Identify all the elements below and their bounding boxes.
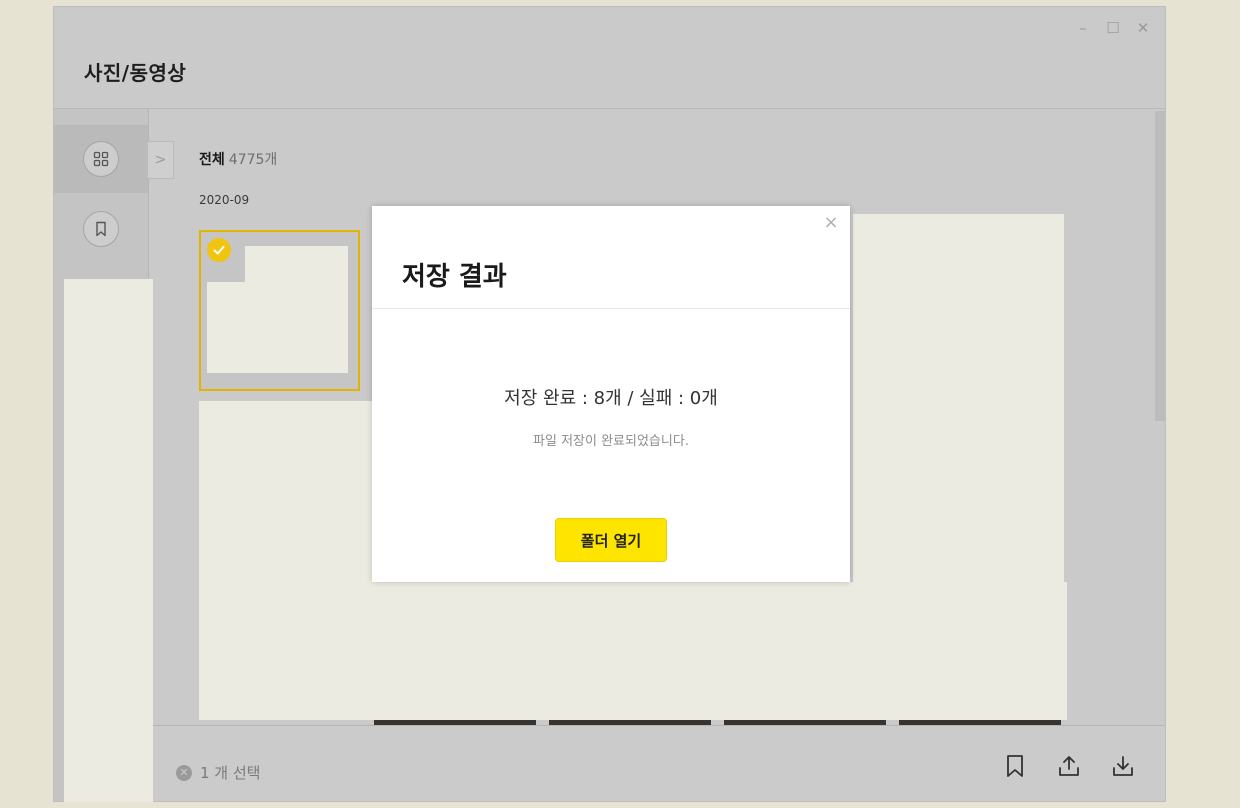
save-result-text: 저장 완료 : 8개 / 실패 : 0개	[504, 388, 718, 409]
download-icon	[1113, 756, 1133, 776]
dialog-title: 저장 결과	[402, 262, 507, 292]
open-folder-button[interactable]: 폴더 열기	[555, 518, 667, 562]
gallery-title: 전체 4775개	[199, 149, 277, 169]
selection-count: 1 개 선택	[200, 764, 261, 782]
page-title: 사진/동영상	[84, 61, 187, 85]
sidebar-expand-button[interactable]: >	[148, 141, 174, 179]
footer-bar: ✕ 1 개 선택	[148, 725, 1165, 801]
footer-actions	[1001, 752, 1137, 780]
redacted-region	[245, 246, 348, 373]
sidebar-item-bookmark[interactable]	[54, 195, 148, 263]
scrollbar[interactable]	[1155, 111, 1165, 421]
share-icon	[1059, 756, 1079, 776]
minimize-button[interactable]: –	[1075, 19, 1091, 37]
selection-info: ✕ 1 개 선택	[176, 762, 260, 783]
bookmark-button[interactable]	[1001, 752, 1029, 780]
sidebar-item-all[interactable]	[54, 125, 148, 193]
dialog-divider	[372, 308, 850, 309]
redacted-region	[199, 582, 1067, 720]
header-divider	[54, 108, 1165, 109]
window-controls: – ☐ ✕	[1075, 19, 1151, 37]
clear-selection-icon[interactable]: ✕	[176, 764, 192, 781]
share-button[interactable]	[1055, 752, 1083, 780]
gallery-title-label: 전체	[199, 152, 225, 168]
bookmark-icon	[83, 211, 119, 247]
grid-icon	[83, 141, 119, 177]
gallery-count: 4775개	[228, 152, 278, 168]
close-icon[interactable]: ×	[822, 214, 840, 232]
save-complete-message: 파일 저장이 완료되었습니다.	[533, 434, 689, 449]
bookmark-icon	[1007, 755, 1023, 777]
save-result-dialog: × 저장 결과 저장 완료 : 8개 / 실패 : 0개 파일 저장이 완료되었…	[372, 206, 850, 582]
date-group-label: 2020-09	[199, 193, 250, 207]
check-icon	[207, 238, 231, 262]
redacted-region	[64, 279, 153, 802]
download-button[interactable]	[1109, 752, 1137, 780]
maximize-button[interactable]: ☐	[1105, 19, 1121, 37]
close-button[interactable]: ✕	[1135, 19, 1151, 37]
